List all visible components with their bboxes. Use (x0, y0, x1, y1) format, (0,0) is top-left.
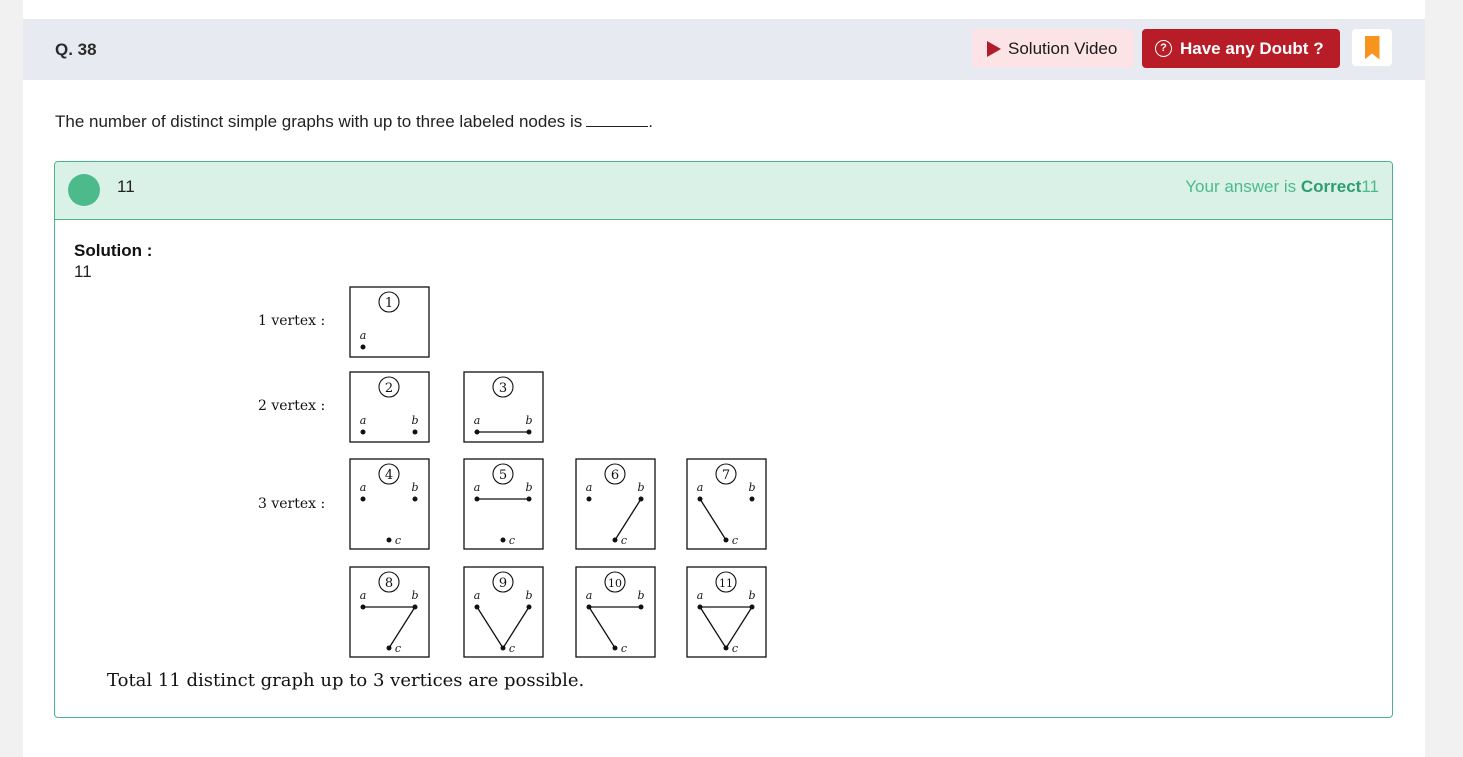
graph-edge (699, 606, 727, 649)
graph-vertex (386, 537, 392, 543)
top-strip (23, 0, 1425, 19)
solution-video-button[interactable]: Solution Video (972, 29, 1134, 68)
vertex-label: b (525, 414, 532, 427)
vertex-label: b (525, 589, 532, 602)
graph-number: 9 (499, 576, 507, 591)
bookmark-button[interactable] (1352, 29, 1392, 66)
have-doubt-label: Have any Doubt ? (1180, 38, 1324, 58)
graph-vertex (360, 496, 366, 502)
graph-vertex (526, 604, 532, 610)
question-header: Q. 38 Solution Video ? Have any Doubt ? (23, 19, 1425, 80)
graph-number: 5 (499, 468, 507, 483)
row-label: 3 vertex : (258, 496, 325, 512)
solution-caption: Total 11 distinct graph up to 3 vertices… (107, 670, 585, 691)
row-label: 1 vertex : (258, 313, 325, 329)
vertex-label: a (586, 589, 593, 602)
row-label: 2 vertex : (258, 398, 325, 414)
vertex-label: b (748, 481, 755, 494)
vertex-label: c (621, 642, 627, 655)
graph-vertex (412, 496, 418, 502)
solution-graph-figure: 1 vertex : 2 vertex : 3 vertex : 1 a 2 a b 3 a b 4 a… (258, 286, 767, 658)
vertex-label: c (732, 642, 738, 655)
graph-vertex (412, 604, 418, 610)
vertex-label: c (621, 534, 627, 547)
vertex-label: c (395, 642, 401, 655)
vertex-label: c (732, 534, 738, 547)
doubt-icon: ? (1155, 40, 1172, 57)
graph-number: 2 (385, 381, 393, 396)
graph-vertex (360, 344, 366, 350)
graph-vertex (749, 604, 755, 610)
vertex-label: b (411, 589, 418, 602)
answer-box: 11 Your answer is Correct11 Solution : 1… (54, 161, 1393, 718)
vertex-label: b (411, 481, 418, 494)
graph-number: 4 (385, 468, 393, 483)
graph-number: 3 (499, 381, 507, 396)
graph-vertex (500, 537, 506, 543)
vertex-label: c (509, 534, 515, 547)
vertex-label: a (360, 329, 367, 342)
graph-number: 6 (611, 468, 619, 483)
vertex-label: b (637, 589, 644, 602)
graph-vertex (412, 429, 418, 435)
vertex-label: b (411, 414, 418, 427)
play-icon (987, 40, 1001, 57)
graph-edge (388, 606, 416, 649)
graph-vertex (586, 496, 592, 502)
vertex-label: b (637, 481, 644, 494)
solution-video-label: Solution Video (1008, 38, 1118, 58)
answer-blank (586, 126, 649, 127)
question-text: The number of distinct simple graphs wit… (55, 112, 654, 131)
vertex-label: a (474, 589, 481, 602)
graph-edge (614, 498, 642, 541)
graph-number: 7 (722, 468, 730, 483)
graph-vertex (612, 537, 618, 543)
graph-vertex (526, 429, 532, 435)
graph-vertex (500, 645, 506, 651)
vertex-label: a (474, 414, 481, 427)
graph-vertex (360, 604, 366, 610)
vertex-label: c (395, 534, 401, 547)
graph-edge (588, 606, 616, 649)
graph-vertex (586, 604, 592, 610)
graph-vertex (612, 645, 618, 651)
vertex-label: c (509, 642, 515, 655)
question-number: Q. 38 (55, 40, 97, 59)
vertex-label: a (697, 589, 704, 602)
graph-vertex (474, 429, 480, 435)
graph-vertex (360, 429, 366, 435)
vertex-label: a (360, 481, 367, 494)
graph-edge (476, 606, 504, 649)
graph-vertex (526, 496, 532, 502)
graph-edge (502, 606, 530, 649)
graph-number: 1 (385, 296, 393, 311)
graph-vertex (723, 537, 729, 543)
have-doubt-button[interactable]: ? Have any Doubt ? (1142, 29, 1340, 68)
graph-vertex (697, 496, 703, 502)
graph-number: 8 (385, 576, 393, 591)
graph-vertex (749, 496, 755, 502)
question-body: The number of distinct simple graphs wit… (55, 112, 583, 131)
vertex-label: a (697, 481, 704, 494)
graph-number: 10 (608, 577, 622, 590)
bookmark-icon (1364, 35, 1380, 60)
vertex-label: a (360, 414, 367, 427)
graph-vertex (474, 496, 480, 502)
graph-vertex (386, 645, 392, 651)
graph-vertex (638, 604, 644, 610)
graph-number: 11 (719, 577, 733, 590)
graph-edge (699, 498, 727, 541)
vertex-label: b (525, 481, 532, 494)
graph-vertex (723, 645, 729, 651)
graph-vertex (474, 604, 480, 610)
graph-vertex (638, 496, 644, 502)
graph-vertex (697, 604, 703, 610)
graph-edge (725, 606, 753, 649)
vertex-label: b (748, 589, 755, 602)
vertex-label: a (586, 481, 593, 494)
vertex-label: a (474, 481, 481, 494)
vertex-label: a (360, 589, 367, 602)
